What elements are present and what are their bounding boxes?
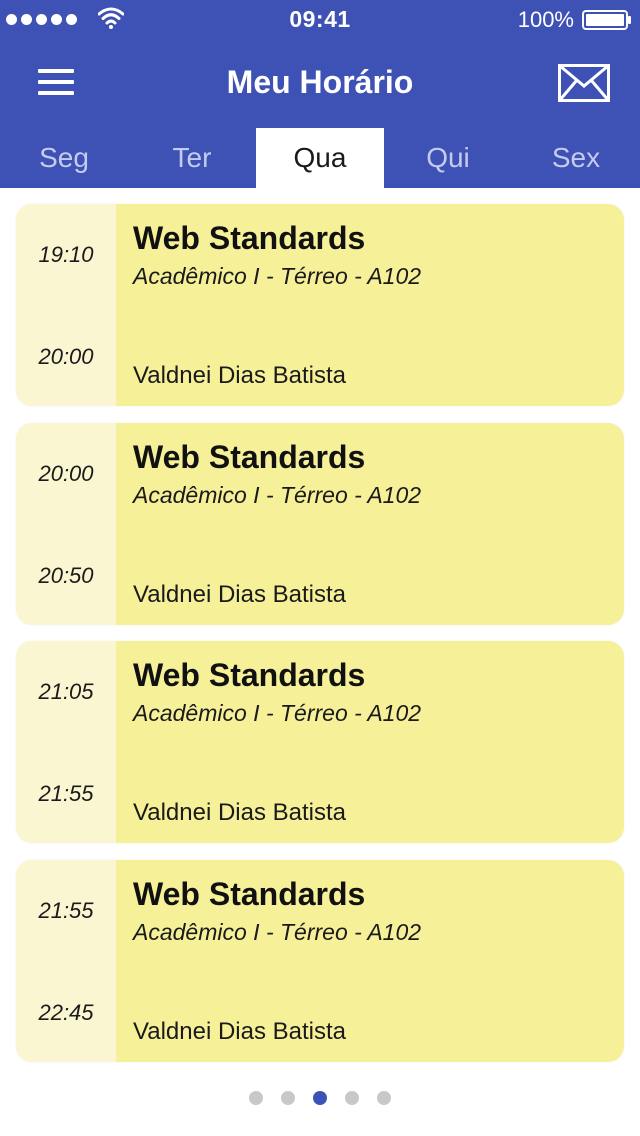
page-indicator [0, 1091, 640, 1105]
class-location: Acadêmico I - Térreo - A102 [133, 263, 422, 289]
end-time: 22:45 [38, 1000, 94, 1025]
class-teacher: Valdnei Dias Batista [133, 1018, 346, 1045]
tab-sex[interactable]: Sex [512, 128, 640, 188]
tab-qua[interactable]: Qua [256, 128, 384, 188]
class-card[interactable]: 20:00 20:50 Web Standards Acadêmico I - … [16, 423, 624, 625]
class-card[interactable]: 19:10 20:00 Web Standards Acadêmico I - … [16, 204, 624, 406]
class-location: Acadêmico I - Térreo - A102 [133, 482, 422, 508]
class-title: Web Standards [133, 220, 366, 256]
class-title: Web Standards [133, 439, 366, 475]
start-time: 21:55 [38, 898, 94, 923]
time-column: 19:10 20:00 [16, 204, 116, 406]
end-time: 20:50 [38, 563, 94, 588]
page-dot[interactable] [377, 1091, 391, 1105]
time-column: 21:05 21:55 [16, 641, 116, 843]
class-title: Web Standards [133, 876, 366, 912]
end-time: 21:55 [38, 781, 94, 806]
class-teacher: Valdnei Dias Batista [133, 799, 346, 826]
class-card[interactable]: 21:05 21:55 Web Standards Acadêmico I - … [16, 641, 624, 843]
class-location: Acadêmico I - Térreo - A102 [133, 919, 422, 945]
start-time: 19:10 [38, 242, 94, 267]
tab-qui[interactable]: Qui [384, 128, 512, 188]
end-time: 20:00 [38, 344, 94, 369]
start-time: 21:05 [38, 679, 94, 704]
schedule-list: 19:10 20:00 Web Standards Acadêmico I - … [0, 188, 640, 1136]
page-dot[interactable] [249, 1091, 263, 1105]
page-dot[interactable] [345, 1091, 359, 1105]
start-time: 20:00 [38, 461, 94, 486]
time-column: 20:00 20:50 [16, 423, 116, 625]
page-dot[interactable] [281, 1091, 295, 1105]
top-bar: 09:41 100% Meu Horário Seg Ter Qua Qui S… [0, 0, 640, 188]
tab-ter[interactable]: Ter [128, 128, 256, 188]
page-title: Meu Horário [226, 64, 414, 100]
time-column: 21:55 22:45 [16, 860, 116, 1062]
class-teacher: Valdnei Dias Batista [133, 362, 346, 389]
day-tabs: Seg Ter Qua Qui Sex [0, 128, 640, 188]
envelope-icon[interactable] [558, 64, 610, 102]
battery-percentage: 100% [517, 7, 574, 32]
class-teacher: Valdnei Dias Batista [133, 581, 346, 608]
class-card[interactable]: 21:55 22:45 Web Standards Acadêmico I - … [16, 860, 624, 1062]
class-location: Acadêmico I - Térreo - A102 [133, 700, 422, 726]
tab-seg[interactable]: Seg [0, 128, 128, 188]
status-bar: 09:41 100% [0, 0, 640, 40]
app-header: Meu Horário [0, 40, 640, 128]
battery-icon [582, 10, 631, 30]
page-dot-active[interactable] [313, 1091, 327, 1105]
class-title: Web Standards [133, 657, 366, 693]
